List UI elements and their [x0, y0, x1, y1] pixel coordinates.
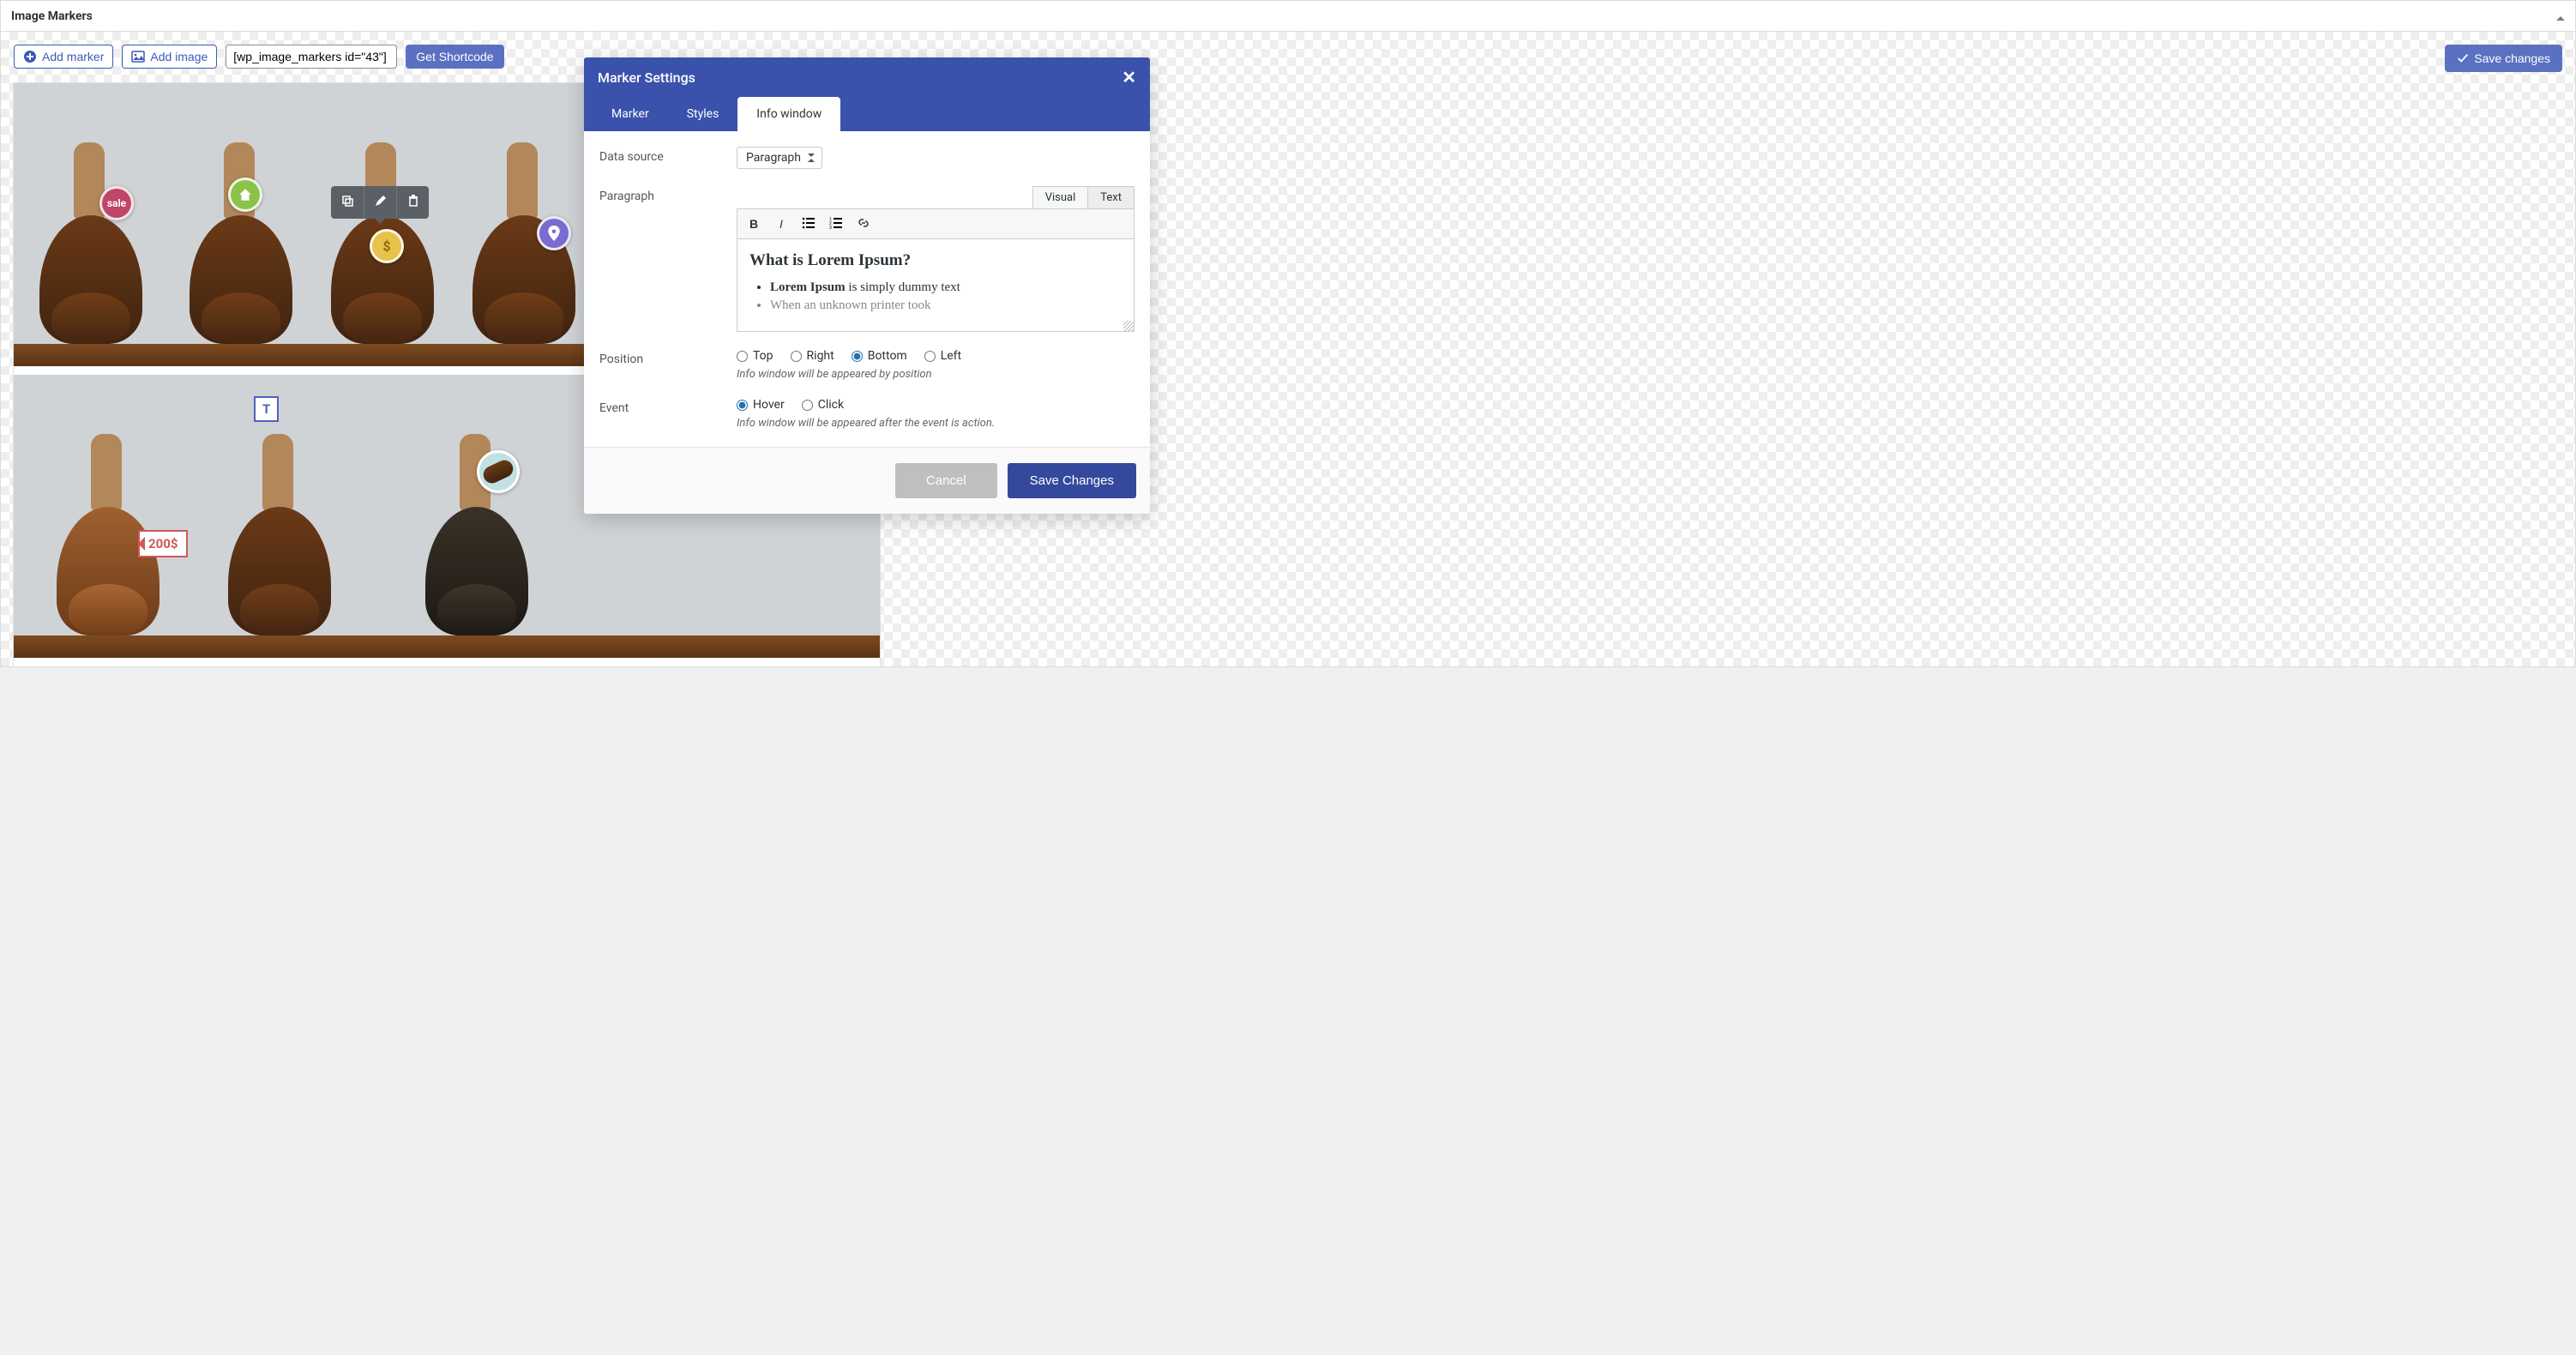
- add-marker-button[interactable]: Add marker: [14, 45, 113, 69]
- event-hint: Info window will be appeared after the e…: [737, 417, 1135, 430]
- marker-toolbar: [331, 186, 429, 219]
- duplicate-marker-button[interactable]: [331, 186, 364, 219]
- toolbar: Add marker Add image Get Shortcode: [14, 45, 2562, 69]
- home-icon: [238, 187, 253, 202]
- paragraph-label: Paragraph: [599, 186, 728, 203]
- add-image-label: Add image: [150, 50, 208, 63]
- position-label: Position: [599, 349, 728, 366]
- ol-icon: 123: [829, 216, 843, 230]
- event-click-radio[interactable]: Click: [802, 398, 844, 412]
- marker-photo[interactable]: [477, 450, 520, 493]
- marker-pin[interactable]: [537, 216, 571, 250]
- editor-content[interactable]: What is Lorem Ipsum? Lorem Ipsum is simp…: [737, 239, 1135, 332]
- paragraph-editor: Visual Text B I 123: [737, 186, 1135, 332]
- image-markers-panel: Image Markers Add marker Add image Get S…: [0, 0, 2576, 667]
- italic-button[interactable]: I: [770, 213, 792, 235]
- position-right-radio[interactable]: Right: [791, 349, 834, 363]
- trash-icon: [406, 194, 420, 208]
- dollar-icon: $: [381, 238, 393, 254]
- bold-icon: B: [749, 217, 758, 231]
- position-bottom-radio[interactable]: Bottom: [852, 349, 907, 363]
- image-icon: [131, 50, 145, 63]
- tab-marker[interactable]: Marker: [593, 97, 668, 131]
- numbered-list-button[interactable]: 123: [825, 213, 847, 235]
- editor-tab-visual[interactable]: Visual: [1032, 186, 1089, 208]
- tab-styles[interactable]: Styles: [668, 97, 738, 131]
- editor-tab-text[interactable]: Text: [1088, 186, 1135, 208]
- bullet-list-button[interactable]: [797, 213, 820, 235]
- marker-dollar[interactable]: $: [370, 229, 404, 263]
- event-label: Event: [599, 398, 728, 415]
- position-hint: Info window will be appeared by position: [737, 368, 1135, 381]
- tab-info-window[interactable]: Info window: [737, 97, 840, 131]
- collapse-panel-icon[interactable]: [2556, 12, 2565, 21]
- cancel-button[interactable]: Cancel: [895, 463, 997, 498]
- get-shortcode-button[interactable]: Get Shortcode: [406, 45, 503, 69]
- panel-header: Image Markers: [1, 1, 2575, 32]
- add-marker-label: Add marker: [42, 50, 104, 63]
- position-top-radio[interactable]: Top: [737, 349, 773, 363]
- marker-home[interactable]: [228, 178, 262, 212]
- svg-text:3: 3: [829, 226, 832, 230]
- check-icon: [2457, 52, 2469, 64]
- event-hover-radio[interactable]: Hover: [737, 398, 785, 412]
- editor-bullet: Lorem Ipsum is simply dummy text: [770, 279, 1122, 297]
- panel-title: Image Markers: [11, 9, 93, 23]
- save-button[interactable]: Save Changes: [1008, 463, 1136, 498]
- marker-settings-panel: Marker Settings ✕ Marker Styles Info win…: [584, 57, 1150, 514]
- editor-toolbar: B I 123: [737, 208, 1135, 239]
- link-icon: [857, 216, 870, 230]
- marker-sale[interactable]: sale: [99, 186, 134, 220]
- save-changes-label: Save changes: [2474, 51, 2550, 65]
- edit-marker-button[interactable]: [364, 186, 396, 219]
- bold-button[interactable]: B: [743, 213, 765, 235]
- close-settings-button[interactable]: ✕: [1122, 69, 1136, 86]
- marker-price[interactable]: 200$: [138, 530, 188, 557]
- pencil-icon: [374, 194, 388, 208]
- settings-title: Marker Settings: [598, 69, 695, 86]
- copy-icon: [340, 194, 354, 208]
- delete-marker-button[interactable]: [396, 186, 429, 219]
- position-left-radio[interactable]: Left: [924, 349, 961, 363]
- ul-icon: [802, 216, 816, 230]
- data-source-label: Data source: [599, 147, 728, 164]
- shortcode-input[interactable]: [226, 45, 397, 69]
- shoe-thumb-icon: [480, 457, 515, 485]
- svg-text:$: $: [382, 238, 390, 254]
- data-source-select[interactable]: Paragraph: [737, 147, 822, 169]
- plus-circle-icon: [23, 50, 37, 63]
- settings-tabs: Marker Styles Info window: [584, 97, 1150, 131]
- marker-text[interactable]: T: [254, 396, 279, 422]
- map-pin-icon: [548, 226, 560, 241]
- save-changes-button[interactable]: Save changes: [2445, 45, 2562, 72]
- editor-bullet: When an unknown printer took: [770, 297, 1122, 315]
- editor-heading: What is Lorem Ipsum?: [749, 251, 1122, 270]
- resize-handle[interactable]: [1123, 321, 1134, 331]
- add-image-button[interactable]: Add image: [122, 45, 217, 69]
- italic-icon: I: [779, 217, 783, 231]
- link-button[interactable]: [852, 213, 875, 235]
